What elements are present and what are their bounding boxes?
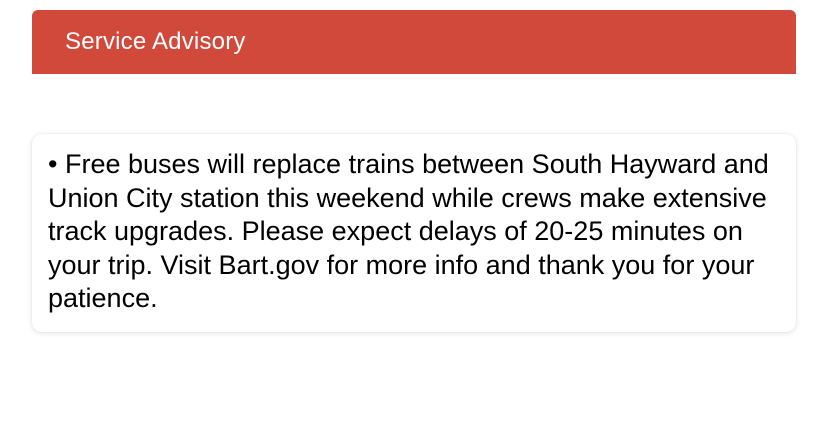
header-title: Service Advisory [65,28,246,55]
advisory-message: • Free buses will replace trains between… [48,149,769,313]
advisory-card: • Free buses will replace trains between… [32,134,796,332]
service-advisory-header: Service Advisory [32,10,796,74]
